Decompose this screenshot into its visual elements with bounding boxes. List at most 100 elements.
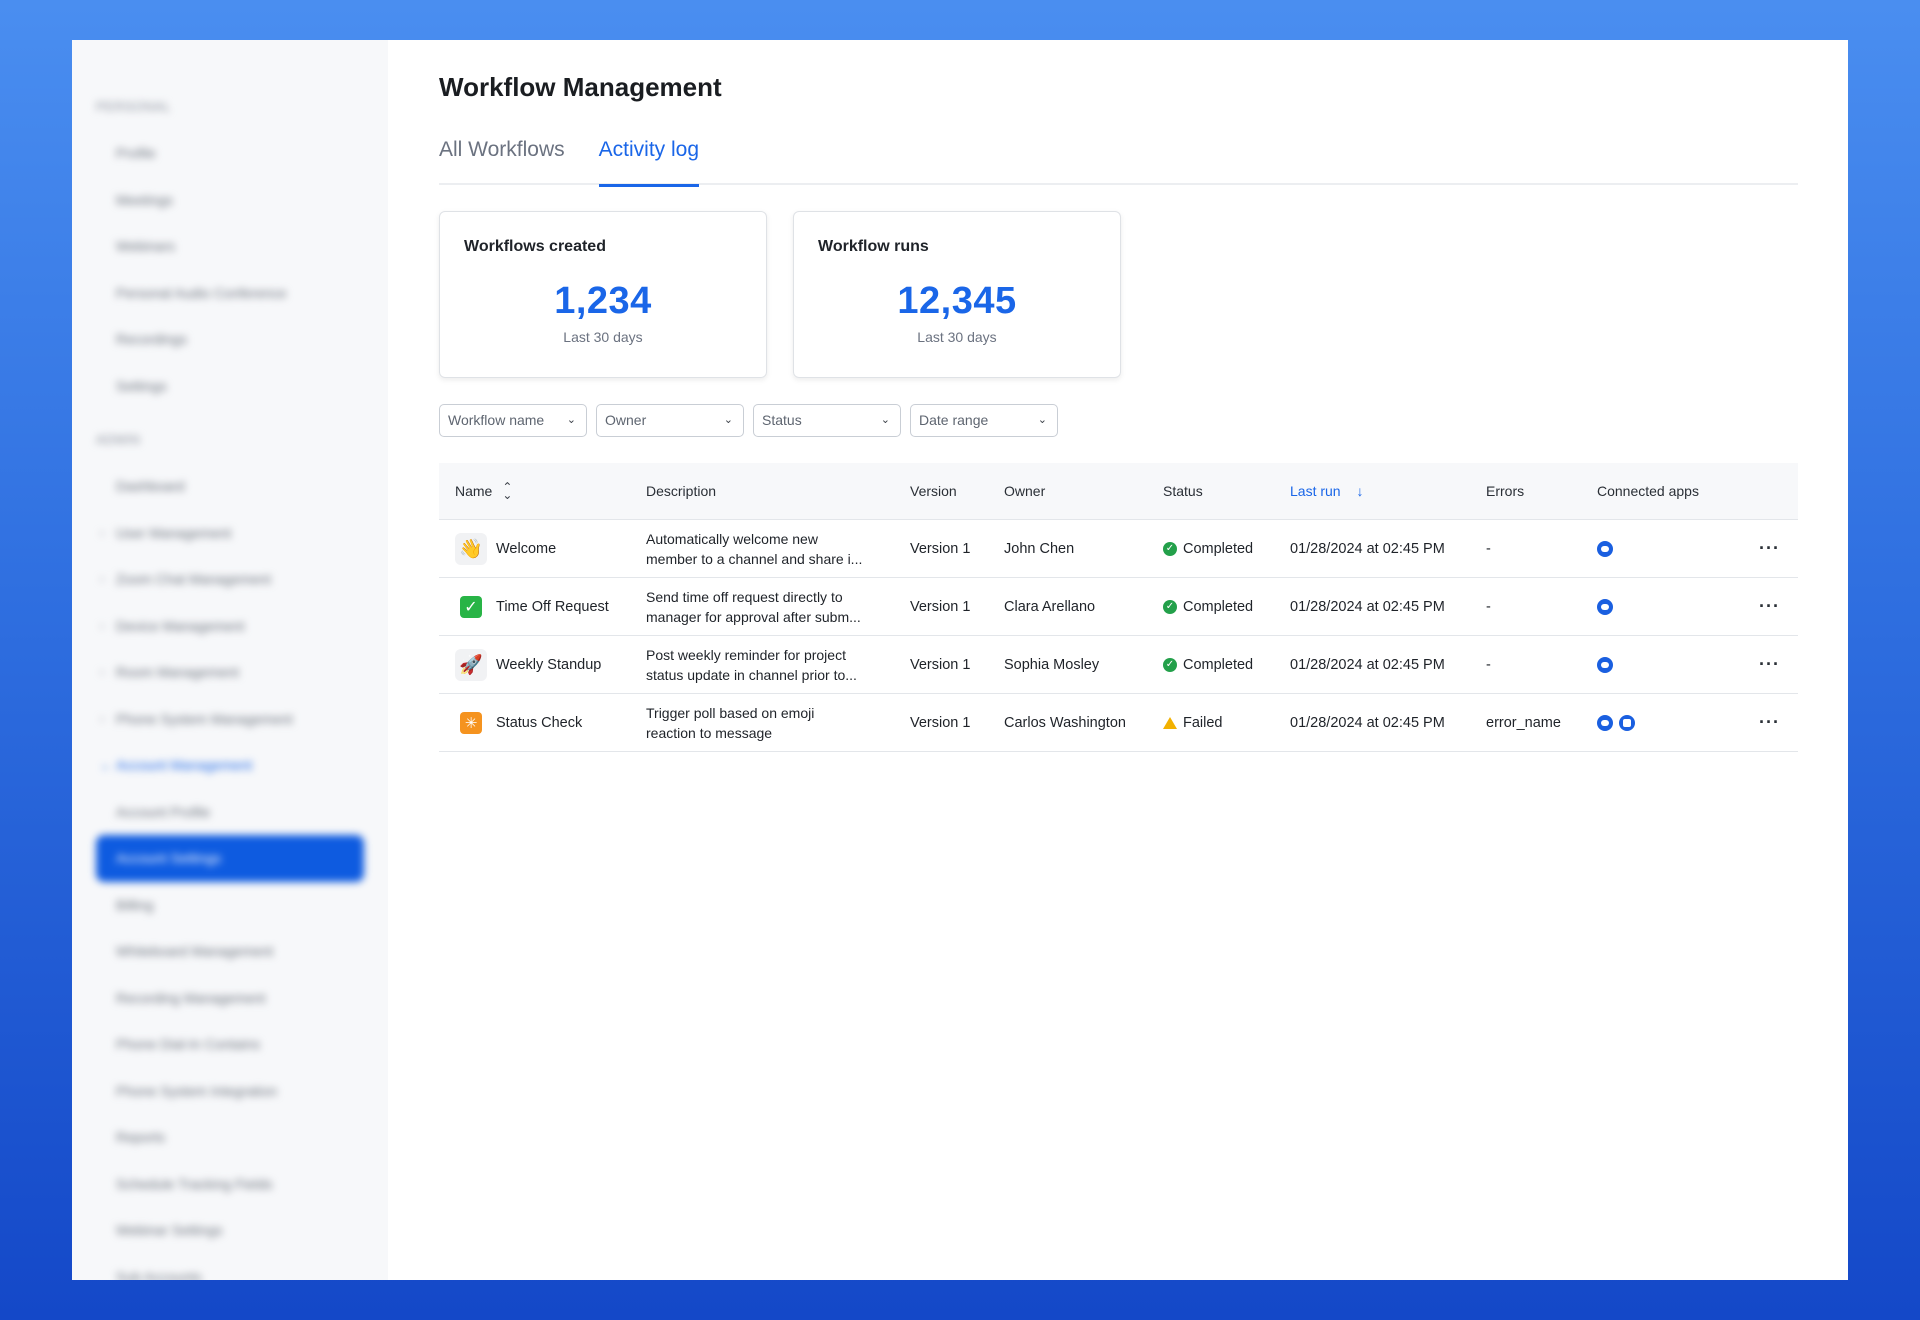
- chevron-right-icon: ›: [100, 525, 104, 540]
- sidebar-item-account-settings[interactable]: Account Settings: [96, 835, 364, 882]
- sidebar-item-whiteboard-management[interactable]: Whiteboard Management: [96, 928, 364, 975]
- sidebar-item-webinar-settings[interactable]: Webinar Settings: [96, 1207, 364, 1254]
- sidebar-item-label: Device Management: [116, 617, 245, 634]
- more-actions-button[interactable]: ···: [1737, 712, 1798, 733]
- card-workflows-created: Workflows created 1,234 Last 30 days: [439, 211, 767, 378]
- sidebar-item-recording-management[interactable]: Recording Management: [96, 975, 364, 1022]
- sidebar-item-label: Room Management: [116, 664, 239, 680]
- more-actions-button[interactable]: ···: [1737, 654, 1798, 675]
- cell-last-run: 01/28/2024 at 02:45 PM: [1290, 714, 1445, 731]
- sidebar-item-label: Account Management: [116, 757, 253, 773]
- column-label: Last run: [1290, 483, 1341, 499]
- workflow-name[interactable]: Weekly Standup: [496, 657, 601, 673]
- filter-owner[interactable]: Owner ⌄: [596, 404, 744, 437]
- description-line: manager for approval after subm...: [646, 608, 861, 625]
- tab-all-workflows[interactable]: All Workflows: [439, 133, 565, 185]
- description-line: Trigger poll based on emoji: [646, 704, 815, 721]
- table-row[interactable]: 🚀 Weekly Standup Post weekly reminder fo…: [439, 636, 1798, 694]
- sidebar-item-user-management[interactable]: › User Management: [96, 510, 364, 557]
- arrow-down-icon[interactable]: ↓: [1356, 483, 1363, 499]
- page-title: Workflow Management: [439, 72, 722, 102]
- cell-description: Post weekly reminder for project status …: [646, 645, 910, 685]
- sidebar-item-recordings[interactable]: Recordings: [96, 316, 364, 363]
- sidebar-item-settings[interactable]: Settings: [96, 363, 364, 410]
- column-header-last-run[interactable]: Last run ↓: [1290, 483, 1486, 499]
- sidebar-item-meetings[interactable]: Meetings: [96, 177, 364, 224]
- sidebar-item-phone-system-management[interactable]: › Phone System Management: [96, 696, 364, 743]
- cell-name: 👋 Welcome: [439, 532, 646, 565]
- chevron-right-icon: ›: [100, 618, 104, 633]
- chevron-right-icon: ›: [100, 665, 104, 679]
- description-line: status update in channel prior to...: [646, 666, 857, 683]
- tab-activity-log[interactable]: Activity log: [598, 133, 700, 187]
- column-header-name[interactable]: Name ⌃ ⌄: [439, 481, 646, 501]
- sidebar-item-webinars[interactable]: Webinars: [96, 223, 364, 270]
- workflow-name[interactable]: Welcome: [496, 541, 556, 557]
- summary-cards: Workflows created 1,234 Last 30 days Wor…: [439, 211, 1798, 378]
- sidebar-item-chat-management[interactable]: › Zoom Chat Management: [96, 556, 364, 603]
- cell-last-run: 01/28/2024 at 02:45 PM: [1290, 540, 1445, 557]
- cell-errors: -: [1486, 656, 1491, 673]
- status-label: Failed: [1183, 714, 1223, 731]
- table-row[interactable]: 👋 Welcome Automatically welcome new memb…: [439, 520, 1798, 578]
- sidebar-item-label: Zoom Chat Management: [116, 571, 271, 587]
- sidebar-item-billing[interactable]: Billing: [96, 882, 364, 929]
- sidebar-item-room-management[interactable]: › Room Management: [96, 649, 364, 696]
- workflow-name[interactable]: Status Check: [496, 715, 582, 731]
- card-subtitle: Last 30 days: [917, 329, 997, 345]
- cell-status: Failed: [1163, 715, 1290, 731]
- filter-label: Status: [762, 412, 802, 428]
- chevron-down-icon: ⌄: [566, 414, 576, 426]
- sidebar-item-dashboard[interactable]: Dashboard: [96, 463, 364, 510]
- filter-status[interactable]: Status ⌄: [753, 404, 901, 437]
- status-label: Completed: [1183, 656, 1254, 673]
- filter-label: Owner: [605, 412, 647, 428]
- sidebar-item-profile[interactable]: Profile: [96, 130, 364, 177]
- tab-bar: All Workflows Activity log: [439, 133, 1798, 187]
- description-line: member to a channel and share i...: [646, 550, 863, 567]
- chevron-right-icon: ›: [100, 711, 104, 726]
- cell-version: Version 1: [910, 598, 971, 615]
- chevron-down-icon: ⌄: [1037, 414, 1047, 426]
- card-label: Workflows created: [464, 238, 606, 255]
- card-workflow-runs: Workflow runs 12,345 Last 30 days: [793, 211, 1121, 378]
- sidebar-item-personal-audio-conference[interactable]: Personal Audio Conference: [96, 270, 364, 317]
- cell-version: Version 1: [910, 540, 971, 557]
- cell-version: Version 1: [910, 714, 971, 731]
- table-row[interactable]: ✳ Status Check Trigger poll based on emo…: [439, 694, 1798, 752]
- filter-label: Date range: [919, 412, 989, 428]
- sidebar-item-sub-accounts[interactable]: Sub Accounts: [96, 1254, 364, 1281]
- table-header: Name ⌃ ⌄ Description Version Owner Status…: [439, 463, 1798, 520]
- cell-owner: Carlos Washington: [1004, 714, 1126, 731]
- sidebar-item-phone-system-integration[interactable]: Phone System Integration: [96, 1068, 364, 1115]
- cell-owner: Clara Arellano: [1004, 598, 1096, 615]
- sidebar-item-label: Phone System Management: [116, 710, 293, 727]
- card-subtitle: Last 30 days: [563, 329, 643, 345]
- filter-date-range[interactable]: Date range ⌄: [910, 404, 1058, 437]
- check-circle-icon: ✓: [1163, 657, 1177, 672]
- chat-app-icon: [1597, 656, 1613, 673]
- sidebar-item-schedule-tracking-fields[interactable]: Schedule Tracking Fields: [96, 1161, 364, 1208]
- description-line: Send time off request directly to: [646, 588, 843, 605]
- chat-app-icon: [1597, 714, 1613, 731]
- sort-icon[interactable]: ⌃ ⌄: [502, 481, 512, 501]
- column-header-connected-apps: Connected apps: [1597, 483, 1699, 499]
- workflow-name[interactable]: Time Off Request: [496, 599, 609, 615]
- eight-spoked-asterisk-icon: ✳: [460, 711, 482, 734]
- more-actions-button[interactable]: ···: [1737, 538, 1798, 559]
- sidebar-item-device-management[interactable]: › Device Management: [96, 603, 364, 650]
- cell-status: ✓ Completed: [1163, 541, 1290, 557]
- table-row[interactable]: ✓ Time Off Request Send time off request…: [439, 578, 1798, 636]
- column-header-version: Version: [910, 483, 957, 499]
- card-label: Workflow runs: [818, 238, 929, 255]
- chevron-down-icon: ⌄: [880, 414, 890, 426]
- filter-workflow-name[interactable]: Workflow name ⌄: [439, 404, 587, 437]
- sidebar-item-reports[interactable]: Reports: [96, 1114, 364, 1161]
- sidebar-item-account-management[interactable]: ⌄ Account Management: [96, 742, 364, 789]
- sidebar-item-phone-dial-in[interactable]: Phone Dial-In Contains: [96, 1021, 364, 1068]
- cell-connected-apps: [1597, 714, 1737, 731]
- sidebar-item-account-profile[interactable]: Account Profile: [96, 789, 364, 836]
- column-header-description: Description: [646, 483, 717, 499]
- more-actions-button[interactable]: ···: [1737, 596, 1798, 617]
- column-label: Name: [455, 483, 493, 499]
